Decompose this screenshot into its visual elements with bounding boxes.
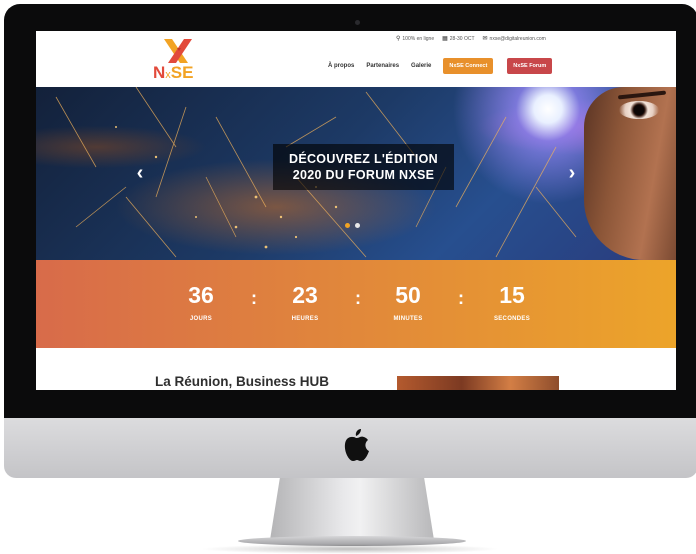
site-header: ⚲ 100% en ligne ▦ 28-30 OCT ✉ nxse@digitalr… <box>36 31 676 87</box>
countdown-seconds: 15 SECONDES <box>482 282 542 322</box>
email-link[interactable]: nxse@digitalreunion.com <box>490 36 546 42</box>
countdown-seconds-value: 15 <box>499 282 525 308</box>
apple-logo-icon <box>344 429 369 461</box>
hero-caption-line2: 2020 DU FORUM NXSE <box>292 168 435 182</box>
countdown-hours-value: 23 <box>292 282 318 308</box>
countdown-hours: 23 HEURES <box>275 282 335 322</box>
content-section: La Réunion, Business HUB <box>36 348 676 390</box>
countdown-days-label: JOURS <box>189 316 213 322</box>
hero-caption: DÉCOUVREZ L'ÉDITION 2020 DU FORUM NXSE <box>273 144 454 190</box>
imac-stand <box>270 478 434 540</box>
countdown-days: 36 JOURS <box>171 282 231 322</box>
logo-text-n: N <box>153 63 166 82</box>
countdown-hours-label: HEURES <box>291 316 319 322</box>
nav-about[interactable]: À propos <box>328 63 354 69</box>
logo-text-se: SE <box>170 63 194 82</box>
online-text: 100% en ligne <box>402 36 435 42</box>
main-nav: À propos Partenaires Galerie NxSE Connec… <box>328 58 553 74</box>
email-info[interactable]: ✉ nxse@digitalreunion.com <box>483 35 546 42</box>
countdown-days-value: 36 <box>188 282 214 308</box>
logo-wordmark: NxSE <box>153 63 193 83</box>
website-screen: ⚲ 100% en ligne ▦ 28-30 OCT ✉ nxse@digitalr… <box>36 31 676 390</box>
camera-icon <box>355 20 360 25</box>
nav-partners[interactable]: Partenaires <box>366 63 399 69</box>
nxse-connect-button[interactable]: NxSE Connect <box>443 58 494 74</box>
slider-prev-arrow[interactable]: ‹ <box>132 163 148 183</box>
hero-eye <box>619 101 659 119</box>
nav-gallery[interactable]: Galerie <box>411 63 431 69</box>
slider-dot-1[interactable] <box>345 223 350 228</box>
countdown-separator: : <box>251 288 257 308</box>
countdown-separator: : <box>458 288 464 308</box>
envelope-icon: ✉ <box>482 36 488 42</box>
section-title: La Réunion, Business HUB <box>155 374 330 389</box>
countdown-seconds-label: SECONDES <box>493 316 531 322</box>
dates-info: ▦ 28-30 OCT <box>442 35 474 42</box>
section-image <box>397 376 559 390</box>
slider-dot-2[interactable] <box>355 223 360 228</box>
countdown-separator: : <box>355 288 361 308</box>
slider-next-arrow[interactable]: › <box>564 163 580 183</box>
nxse-logo[interactable]: NxSE <box>152 37 202 83</box>
logo-x-mark-icon <box>164 39 192 63</box>
countdown-banner: 36 JOURS : 23 HEURES : 50 MINUTES : 15 S… <box>36 260 676 348</box>
stand-shadow <box>200 544 500 554</box>
calendar-icon: ▦ <box>442 36 448 42</box>
hero-caption-line1: DÉCOUVREZ L'ÉDITION <box>289 152 438 166</box>
nxse-forum-button[interactable]: NxSE Forum <box>507 58 553 74</box>
dates-text: 28-30 OCT <box>449 36 475 42</box>
countdown-minutes: 50 MINUTES <box>378 282 438 322</box>
top-info-bar: ⚲ 100% en ligne ▦ 28-30 OCT ✉ nxse@digitalr… <box>396 35 546 42</box>
slider-dots <box>345 223 360 228</box>
countdown-minutes-label: MINUTES <box>393 316 423 322</box>
online-info: ⚲ 100% en ligne <box>396 35 434 42</box>
hero-slider: ‹ › DÉCOUVREZ L'ÉDITION 2020 DU FORUM NX… <box>36 87 676 260</box>
countdown-minutes-value: 50 <box>395 282 421 308</box>
map-pin-icon: ⚲ <box>396 36 401 42</box>
